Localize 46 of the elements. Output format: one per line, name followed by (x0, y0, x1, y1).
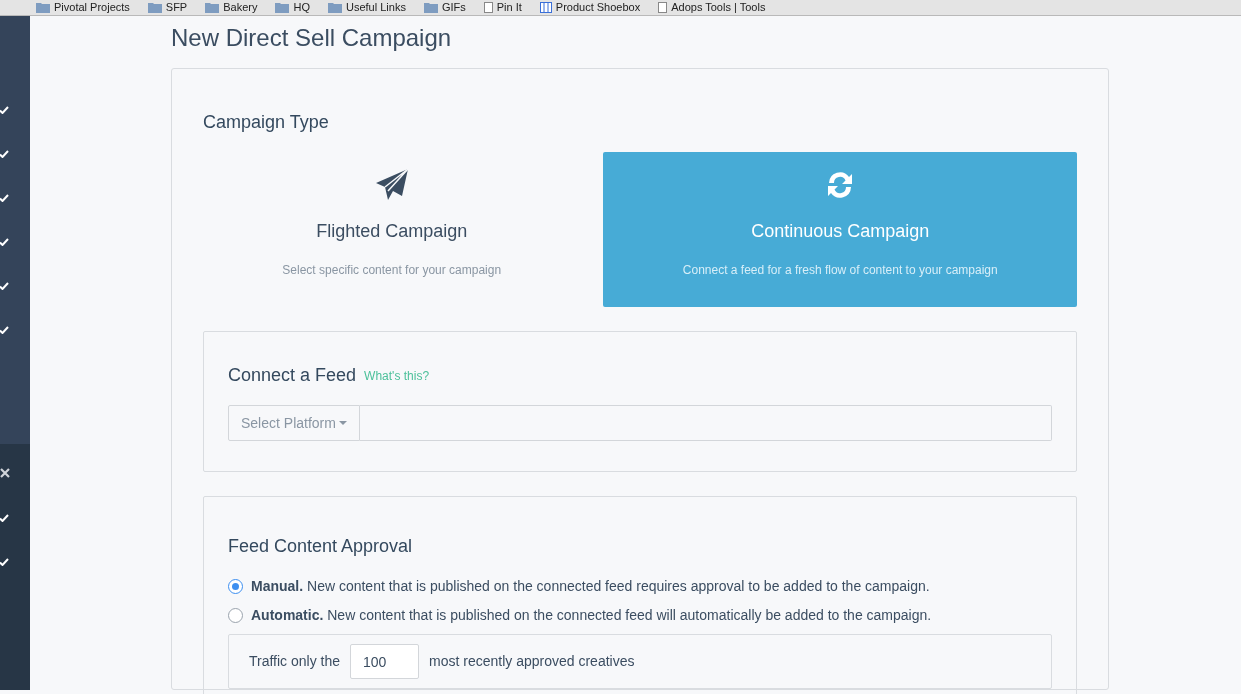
check-icon[interactable] (0, 238, 9, 246)
count-field[interactable]: 100 (350, 644, 420, 679)
folder-icon (327, 2, 342, 13)
check-icon[interactable] (0, 106, 9, 114)
check-icon[interactable] (0, 194, 9, 202)
radio-button[interactable] (228, 608, 243, 623)
bookmark[interactable]: Bakery (205, 0, 258, 15)
page-title: New Direct Sell Campaign (171, 23, 453, 53)
option-title: Continuous Campaign (751, 220, 930, 243)
option-title: Flighted Campaign (316, 220, 468, 243)
check-icon[interactable] (0, 326, 9, 334)
bookmark[interactable]: Product Shoebox (539, 0, 641, 15)
traffic-label: most recently approved creatives (429, 652, 635, 671)
bookmark[interactable]: Pivotal Projects (36, 0, 130, 15)
page-icon (483, 2, 493, 13)
traffic-label: Traffic only the (249, 652, 341, 671)
option-label: Automatic. New content that is published on the connected feed will automatically be added to the campaign. (251, 606, 932, 625)
option-description: Select specific content for your campaign (282, 262, 502, 279)
close-icon[interactable] (0, 468, 10, 478)
option-label: Manual. New content that is published on the connected feed requires approval to be added to the campaign. (251, 577, 930, 596)
folder-icon (205, 2, 220, 13)
check-icon[interactable] (0, 558, 9, 566)
bookmark[interactable]: Useful Links (327, 0, 406, 15)
folder-icon (36, 2, 50, 13)
folder-icon (147, 2, 162, 13)
bookmark[interactable]: Pin It (483, 0, 522, 15)
section-heading: Campaign Type (203, 111, 330, 134)
caret-icon (338, 421, 347, 425)
feed-url-field[interactable] (359, 405, 1052, 441)
check-icon[interactable] (0, 150, 9, 158)
bookmark[interactable]: Adops Tools | Tools (658, 0, 766, 15)
folder-icon (275, 2, 290, 13)
bookmark[interactable]: GIFs (423, 0, 466, 15)
bookmark[interactable]: SFP (147, 0, 188, 15)
radio-button[interactable] (228, 579, 243, 594)
grid-icon (539, 2, 552, 13)
option-description: Connect a feed for a fresh flow of content to your campaign (682, 262, 998, 279)
folder-icon (423, 2, 438, 13)
check-icon[interactable] (0, 514, 9, 522)
check-icon[interactable] (0, 282, 9, 290)
bookmark[interactable]: HQ (275, 0, 310, 15)
section-heading: Feed Content Approval (228, 535, 414, 558)
section-heading: Connect a Feed (228, 364, 357, 387)
campaign-type-option[interactable]: Flighted Campaign Select specific content for your campaign (203, 152, 581, 307)
page-icon (658, 2, 668, 13)
paper-plane-icon (374, 168, 409, 202)
